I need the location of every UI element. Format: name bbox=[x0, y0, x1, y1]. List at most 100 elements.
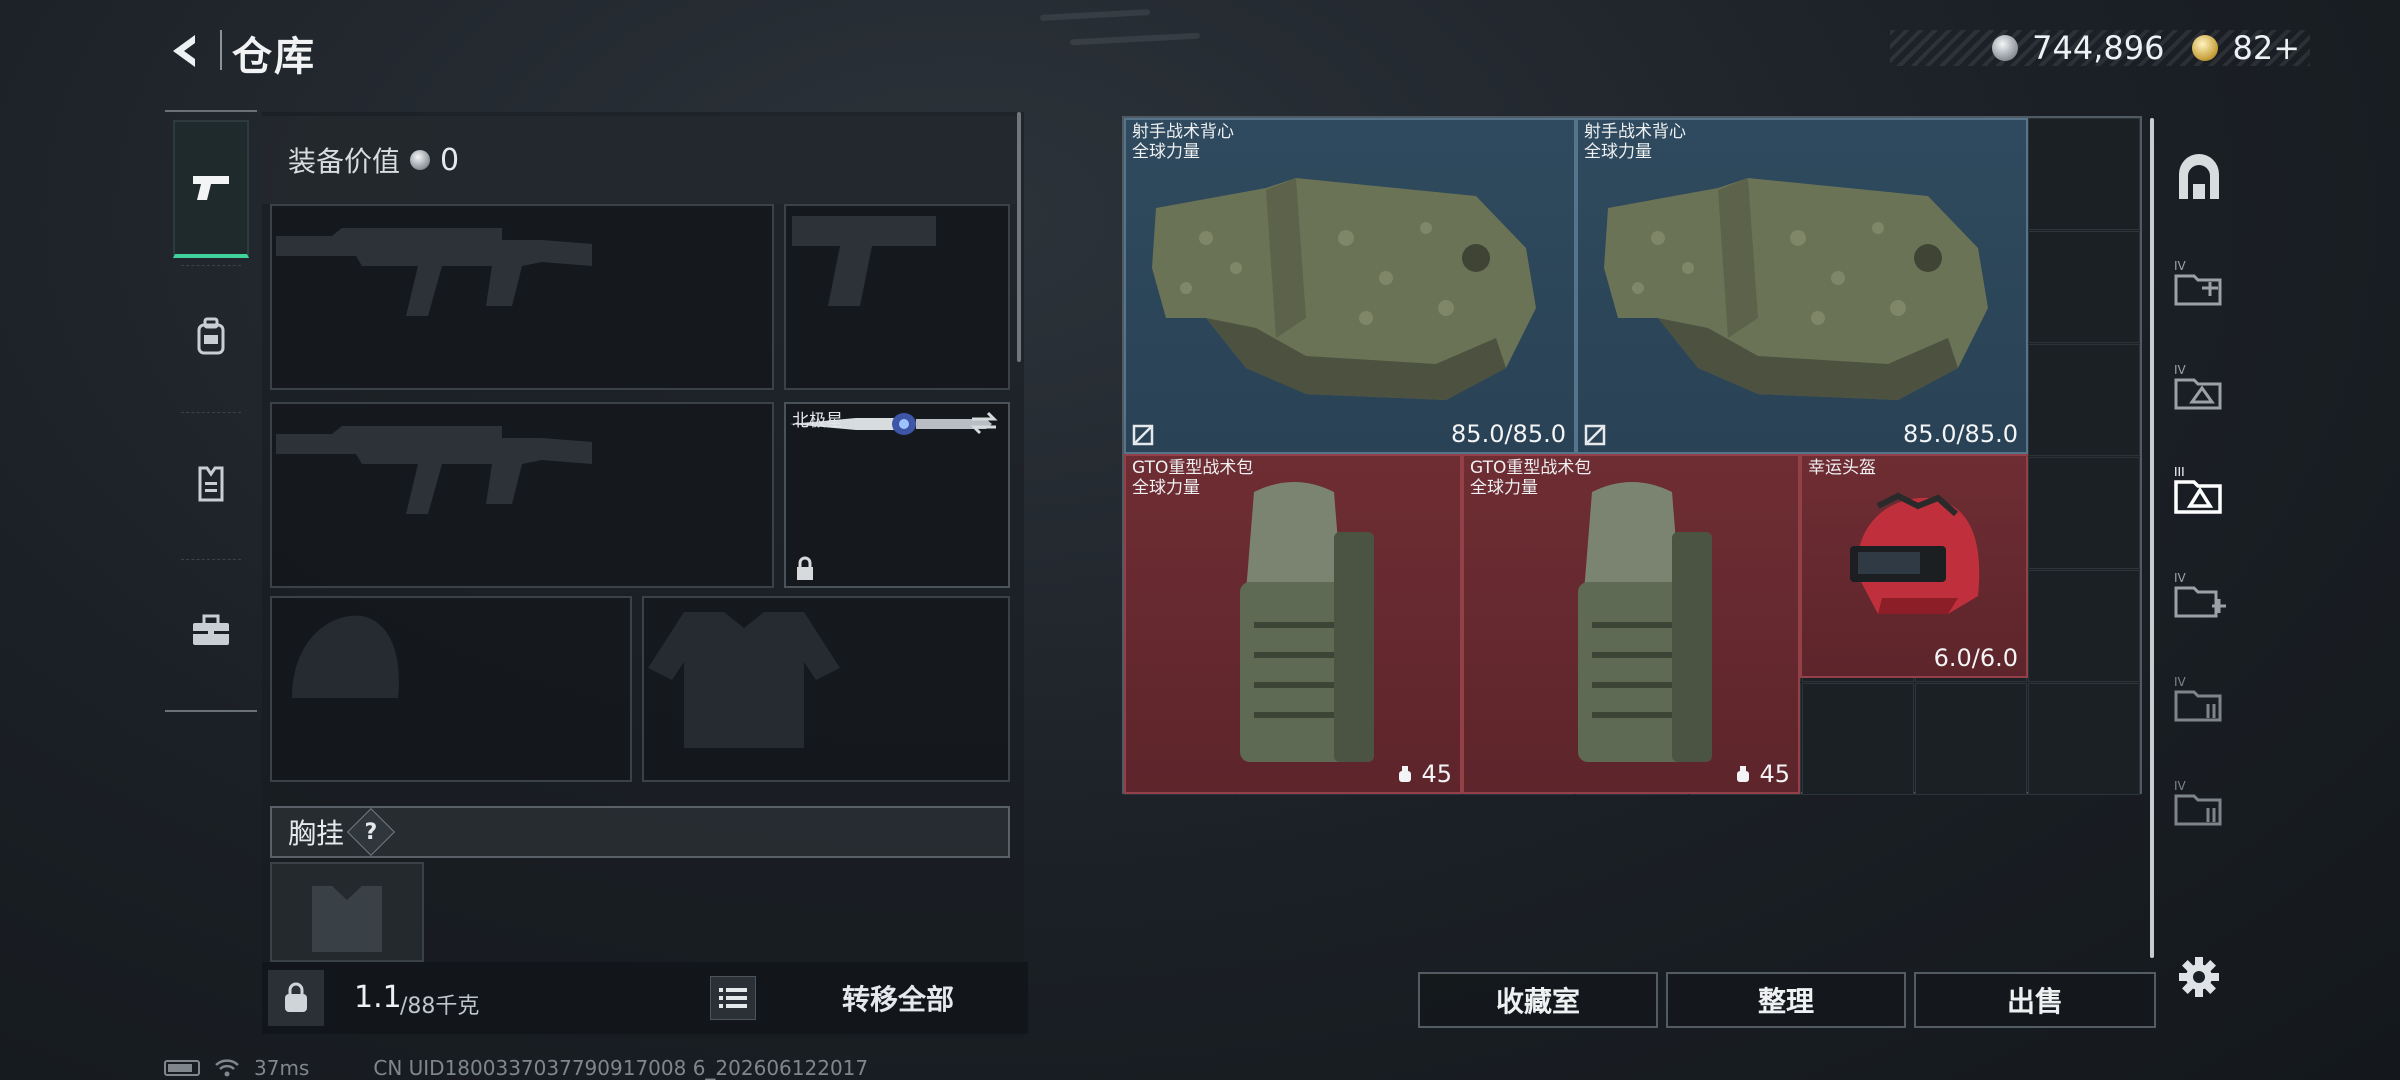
tab-supplies[interactable] bbox=[173, 562, 249, 700]
folder-tier-icon: IV bbox=[2174, 675, 2222, 722]
ping-value: 37ms bbox=[254, 1056, 310, 1080]
stash-page-6-button[interactable]: IV bbox=[2166, 770, 2232, 836]
collection-room-button[interactable]: 收藏室 bbox=[1418, 972, 1658, 1028]
primary-weapon-slot[interactable] bbox=[270, 204, 774, 390]
durability-icon bbox=[1132, 424, 1154, 446]
toolbox-icon bbox=[193, 614, 229, 645]
tab-separator bbox=[181, 559, 241, 560]
tab-vests[interactable] bbox=[173, 415, 249, 553]
folder-tier-active-icon: III bbox=[2174, 465, 2222, 514]
svg-text:IV: IV bbox=[2174, 779, 2187, 793]
melee-item-name: 北极星 bbox=[792, 411, 843, 431]
capacity-icon bbox=[1398, 766, 1411, 782]
stash-page-2-button[interactable]: IV bbox=[2166, 354, 2232, 420]
top-bar: 仓库 744,896 82+ bbox=[0, 0, 2400, 100]
stash-page-1-button[interactable]: IV bbox=[2166, 250, 2232, 316]
empty-grid-cell[interactable] bbox=[1915, 683, 2027, 795]
empty-grid-cell[interactable] bbox=[2028, 570, 2140, 682]
tab-backpacks[interactable] bbox=[173, 268, 249, 406]
settings-button[interactable] bbox=[2166, 944, 2232, 1010]
item-name: 射手战术背心 全球力量 bbox=[1132, 122, 1234, 162]
empty-grid-cell[interactable] bbox=[2028, 118, 2140, 230]
item-durability: 85.0/85.0 bbox=[1903, 420, 2018, 448]
helmet-slot[interactable] bbox=[270, 596, 632, 782]
silver-amount: 744,896 bbox=[2032, 29, 2165, 67]
empty-grid-cell[interactable] bbox=[2028, 457, 2140, 569]
empty-grid-cell[interactable] bbox=[2028, 344, 2140, 456]
back-button[interactable] bbox=[160, 26, 210, 76]
helmet-silhouette-icon bbox=[292, 615, 399, 698]
stash-page-5-button[interactable]: IV bbox=[2166, 666, 2232, 732]
title-divider bbox=[220, 30, 222, 70]
rifle-silhouette-icon bbox=[276, 426, 592, 514]
stash-page-4-button[interactable]: IV bbox=[2166, 562, 2232, 628]
durability-icon bbox=[1584, 424, 1606, 446]
chest-rig-header: 胸挂 ? bbox=[270, 806, 1010, 858]
folder-tier-icon: IV bbox=[2174, 779, 2222, 826]
silver-coin-icon bbox=[410, 150, 431, 170]
empty-grid-cell[interactable] bbox=[2028, 231, 2140, 343]
max-weight: /88千克 bbox=[400, 994, 480, 1019]
svg-text:III: III bbox=[2174, 465, 2185, 479]
current-weight: 1.1 bbox=[354, 980, 402, 1015]
stash-home-button[interactable] bbox=[2166, 146, 2232, 212]
vest-icon bbox=[198, 466, 224, 502]
loadout-scrollbar[interactable] bbox=[1017, 112, 1021, 362]
vault-icon bbox=[2179, 154, 2219, 199]
sort-button[interactable]: 整理 bbox=[1666, 972, 1906, 1028]
transfer-all-button[interactable]: 转移全部 bbox=[772, 968, 1024, 1028]
item-name: 射手战术背心 全球力量 bbox=[1584, 122, 1686, 162]
stash-scrollbar[interactable] bbox=[2150, 118, 2154, 958]
tactical-vest-image bbox=[1152, 178, 1536, 400]
capacity-icon bbox=[1736, 766, 1749, 782]
back-arrow-icon bbox=[173, 35, 195, 67]
svg-text:IV: IV bbox=[2174, 571, 2187, 585]
armor-slot[interactable] bbox=[642, 596, 1010, 782]
helmet-image bbox=[1850, 492, 1980, 614]
stash-item-helmet[interactable]: 幸运头盔 6.0/6.0 bbox=[1800, 454, 2028, 678]
svg-text:IV: IV bbox=[2174, 675, 2187, 689]
silver-coin-icon bbox=[1992, 35, 2019, 61]
item-capacity: 45 bbox=[1396, 760, 1452, 788]
stash-grid: 射手战术背心 全球力量 85.0/85.0 射手战术背心 全球力量 85.0/8… bbox=[1122, 116, 2142, 795]
tab-separator bbox=[181, 412, 241, 413]
user-id: CN UID1800337037790917008 6_202606122017 bbox=[373, 1056, 869, 1080]
tab-weapons[interactable] bbox=[173, 120, 249, 258]
stash-item-vest[interactable]: 射手战术背心 全球力量 85.0/85.0 bbox=[1124, 118, 1576, 454]
stash-item-vest[interactable]: 射手战术背心 全球力量 85.0/85.0 bbox=[1576, 118, 2028, 454]
item-durability: 85.0/85.0 bbox=[1451, 420, 1566, 448]
folder-tier-icon: IV bbox=[2174, 363, 2222, 410]
pistol-icon bbox=[193, 176, 229, 200]
help-icon[interactable]: ? bbox=[346, 807, 396, 857]
stash-item-backpack[interactable]: GTO重型战术包 全球力量 45 bbox=[1462, 454, 1800, 794]
empty-grid-cell[interactable] bbox=[1802, 683, 1914, 795]
gear-icon bbox=[2179, 957, 2219, 997]
stash-item-backpack[interactable]: GTO重型战术包 全球力量 45 bbox=[1124, 454, 1462, 794]
equipment-value: 0 bbox=[440, 142, 460, 178]
currency-display: 744,896 82+ bbox=[1890, 29, 2310, 67]
battery-icon bbox=[164, 1060, 200, 1076]
tactical-vest-image bbox=[1604, 178, 1988, 400]
item-name: 幸运头盔 bbox=[1808, 458, 1876, 478]
secondary-weapon-slot[interactable] bbox=[270, 402, 774, 588]
weight-lock-button[interactable] bbox=[268, 970, 324, 1026]
empty-grid-cell[interactable] bbox=[2028, 683, 2140, 795]
sidearm-slot[interactable] bbox=[784, 204, 1010, 390]
list-view-button[interactable] bbox=[710, 976, 756, 1020]
rifle-silhouette-icon bbox=[276, 228, 592, 316]
equipment-value-label: 装备价值 bbox=[288, 145, 401, 178]
chest-rig-slot[interactable] bbox=[270, 862, 424, 962]
kettlebell-icon bbox=[285, 982, 307, 1012]
stash-page-3-button[interactable]: III bbox=[2166, 458, 2232, 524]
gold-amount[interactable]: 82+ bbox=[2232, 29, 2300, 67]
chest-rig-label: 胸挂 bbox=[288, 817, 345, 850]
svg-text:IV: IV bbox=[2174, 259, 2187, 273]
folder-tier-icon: IV bbox=[2174, 259, 2222, 306]
swap-icon[interactable] bbox=[968, 410, 1000, 436]
folder-tier-icon: IV bbox=[2174, 571, 2226, 618]
melee-slot[interactable]: 北极星 bbox=[784, 402, 1010, 588]
pistol-silhouette-icon bbox=[792, 216, 936, 306]
status-bar: 37ms CN UID1800337037790917008 6_2026061… bbox=[164, 1056, 868, 1080]
backpack-image bbox=[1578, 482, 1712, 762]
sell-button[interactable]: 出售 bbox=[1914, 972, 2156, 1028]
